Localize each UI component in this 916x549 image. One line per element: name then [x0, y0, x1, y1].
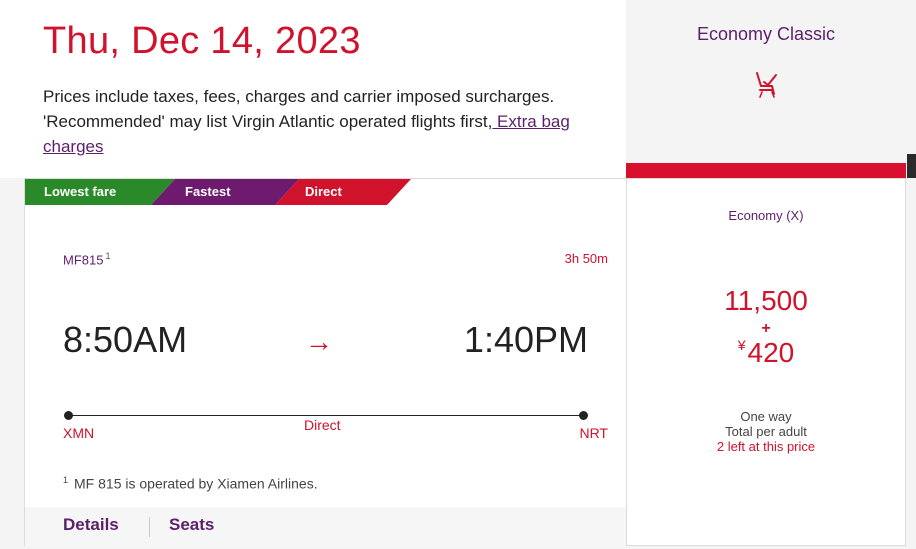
- tag-lowest-fare: Lowest fare: [25, 179, 175, 205]
- cabin-accent-bar: [626, 163, 906, 178]
- fare-class: Economy (X): [728, 208, 804, 223]
- arrival-time: 1:40PM: [463, 319, 588, 360]
- destination-airport: NRT: [579, 425, 608, 441]
- trip-type: One way: [740, 409, 792, 424]
- origin-dot: [64, 411, 73, 420]
- cabin-column-header[interactable]: Economy Classic: [626, 22, 906, 163]
- flight-duration: 3h 50m: [564, 251, 608, 266]
- miles-price: 11,500: [724, 285, 808, 316]
- scroll-edge: [907, 154, 916, 178]
- price-disclaimer: Prices include taxes, fees, charges and …: [43, 84, 583, 159]
- departure-time: 8:50AM: [63, 319, 188, 360]
- seats-link[interactable]: Seats: [169, 515, 214, 535]
- footer-divider: [149, 517, 150, 537]
- card-footer: Details Seats: [25, 507, 626, 547]
- route-line: [68, 415, 584, 416]
- fare-option-economy-classic[interactable]: Economy (X) 11,500 + ¥420 One way Total …: [626, 178, 906, 546]
- page-title-date: Thu, Dec 14, 2023: [43, 20, 361, 62]
- seat-icon: [756, 72, 777, 98]
- arrow-right-icon: →: [305, 326, 333, 357]
- operated-by-note: 1 MF 815 is operated by Xiamen Airlines.: [63, 475, 318, 492]
- results-header: Thu, Dec 14, 2023 Prices include taxes, …: [0, 0, 626, 178]
- origin-airport: XMN: [63, 425, 95, 441]
- price-basis: Total per adult: [725, 424, 807, 439]
- footnote-marker: 1: [105, 251, 111, 261]
- price-disclaimer-text: Prices include taxes, fees, charges and …: [43, 87, 555, 131]
- seats-left-badge: 2 left at this price: [716, 439, 816, 454]
- plus-sign: +: [761, 320, 771, 337]
- operated-by-text: MF 815 is operated by Xiamen Airlines.: [74, 475, 318, 492]
- flight-tags: Lowest fare Fastest Direct: [25, 179, 445, 205]
- flight-card: Lowest fare Fastest Direct MF815 1 3h 50m…: [24, 178, 626, 547]
- destination-dot: [579, 411, 588, 420]
- stops-label: Direct: [304, 417, 341, 433]
- currency-symbol: ¥: [737, 337, 746, 353]
- operated-footnote-marker: 1: [63, 475, 69, 485]
- flight-number-text: MF815: [63, 252, 104, 268]
- details-link[interactable]: Details: [63, 515, 119, 535]
- tag-fastest: Fastest: [151, 179, 299, 205]
- flight-number: MF815 1: [63, 251, 110, 267]
- cabin-title: Economy Classic: [696, 24, 836, 44]
- cash-price: ¥420: [627, 337, 905, 369]
- cash-amount: 420: [747, 337, 795, 368]
